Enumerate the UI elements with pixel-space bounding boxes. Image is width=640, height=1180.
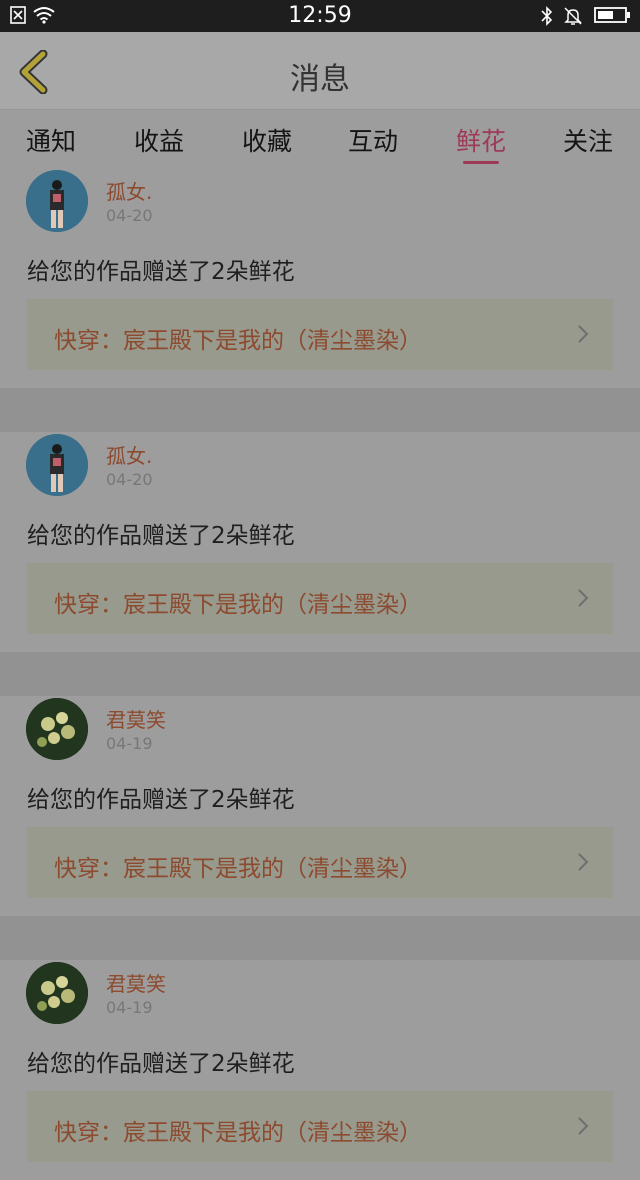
message-date: 04-20 (106, 470, 153, 489)
avatar[interactable] (26, 698, 88, 760)
work-link[interactable]: 快穿：宸王殿下是我的（清尘墨染） (27, 563, 613, 634)
avatar[interactable] (26, 434, 88, 496)
avatar[interactable] (26, 962, 88, 1024)
battery-icon (594, 7, 630, 23)
mute-bell-icon (564, 7, 582, 25)
chevron-right-icon (578, 1117, 589, 1135)
work-title: 快穿：宸王殿下是我的（清尘墨染） (54, 592, 422, 618)
chevron-right-icon (578, 325, 589, 343)
chevron-right-icon (578, 853, 589, 871)
message-card: 君莫笑 04-19 给您的作品赠送了2朵鲜花 快穿：宸王殿下是我的（清尘墨染） (0, 960, 640, 1180)
divider (0, 652, 640, 696)
work-title: 快穿：宸王殿下是我的（清尘墨染） (54, 328, 422, 354)
work-title: 快穿：宸王殿下是我的（清尘墨染） (54, 856, 422, 882)
tab-favorites[interactable]: 收藏 (242, 122, 292, 158)
sender-name[interactable]: 孤女. (106, 440, 152, 469)
message-card: 君莫笑 04-19 给您的作品赠送了2朵鲜花 快穿：宸王殿下是我的（清尘墨染） (0, 696, 640, 916)
message-list: 孤女. 04-20 给您的作品赠送了2朵鲜花 快穿：宸王殿下是我的（清尘墨染） … (0, 168, 640, 1180)
tab-following[interactable]: 关注 (563, 122, 613, 158)
message-date: 04-19 (106, 998, 153, 1017)
page-title: 消息 (290, 62, 350, 97)
message-text: 给您的作品赠送了2朵鲜花 (27, 787, 295, 813)
tab-interactions[interactable]: 互动 (348, 122, 398, 158)
divider (0, 388, 640, 432)
work-link[interactable]: 快穿：宸王殿下是我的（清尘墨染） (27, 827, 613, 898)
tab-notifications[interactable]: 通知 (26, 122, 76, 158)
message-date: 04-20 (106, 206, 153, 225)
sender-name[interactable]: 君莫笑 (106, 704, 166, 733)
sender-name[interactable]: 孤女. (106, 176, 152, 205)
bluetooth-icon (541, 6, 553, 26)
message-text: 给您的作品赠送了2朵鲜花 (27, 259, 295, 285)
header: 消息 (0, 32, 640, 110)
tab-flowers[interactable]: 鲜花 (456, 122, 506, 158)
chevron-right-icon (578, 589, 589, 607)
message-card: 孤女. 04-20 给您的作品赠送了2朵鲜花 快穿：宸王殿下是我的（清尘墨染） (0, 168, 640, 388)
avatar[interactable] (26, 170, 88, 232)
work-link[interactable]: 快穿：宸王殿下是我的（清尘墨染） (27, 299, 613, 370)
message-text: 给您的作品赠送了2朵鲜花 (27, 523, 295, 549)
work-title: 快穿：宸王殿下是我的（清尘墨染） (54, 1120, 422, 1146)
message-card: 孤女. 04-20 给您的作品赠送了2朵鲜花 快穿：宸王殿下是我的（清尘墨染） (0, 432, 640, 652)
tab-bar: 通知 收益 收藏 互动 鲜花 关注 (0, 110, 640, 168)
sender-name[interactable]: 君莫笑 (106, 968, 166, 997)
active-tab-indicator (463, 161, 499, 164)
tab-earnings[interactable]: 收益 (134, 122, 184, 158)
divider (0, 916, 640, 960)
message-date: 04-19 (106, 734, 153, 753)
message-text: 给您的作品赠送了2朵鲜花 (27, 1051, 295, 1077)
work-link[interactable]: 快穿：宸王殿下是我的（清尘墨染） (27, 1091, 613, 1162)
status-bar: 12:59 (0, 0, 640, 32)
